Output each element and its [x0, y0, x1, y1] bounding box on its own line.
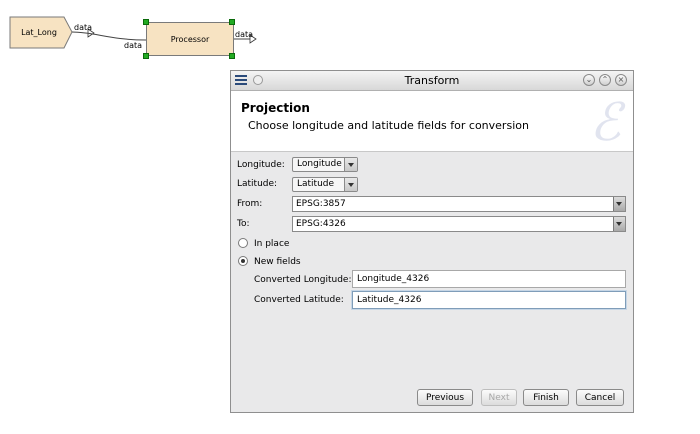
source-node-label: Lat_Long: [21, 28, 57, 37]
converted-longitude-input[interactable]: Longitude_4326: [352, 270, 626, 288]
converted-latitude-value: Latitude_4326: [357, 295, 422, 305]
longitude-select-value: Longitude: [297, 159, 342, 169]
cancel-button[interactable]: Cancel: [576, 389, 624, 406]
in-place-label[interactable]: In place: [254, 239, 289, 249]
converted-latitude-label: Converted Latitude:: [254, 295, 344, 305]
chevron-down-icon[interactable]: [344, 178, 357, 191]
close-icon[interactable]: ×: [615, 74, 627, 86]
window-menu-icon[interactable]: [235, 74, 247, 86]
finish-button[interactable]: Finish: [523, 389, 569, 406]
workflow-canvas[interactable]: Lat_Long data data Processor data: [0, 0, 700, 70]
dialog-banner: Projection Choose longitude and latitude…: [231, 91, 633, 152]
to-projection-value: EPSG:4326: [296, 219, 346, 229]
resize-handle[interactable]: [229, 19, 235, 25]
source-node[interactable]: Lat_Long: [10, 17, 68, 48]
next-button[interactable]: Next: [481, 389, 517, 406]
converted-longitude-value: Longitude_4326: [357, 274, 430, 284]
workflow-edges: [9, 16, 257, 49]
processor-out-port-label: data: [235, 30, 254, 39]
new-fields-radio[interactable]: [238, 256, 248, 266]
chevron-down-icon[interactable]: [613, 217, 625, 231]
chevron-down-icon[interactable]: [344, 158, 357, 171]
dialog-titlebar[interactable]: Transform ⌄ ⌃ ×: [231, 71, 633, 91]
from-projection-select[interactable]: EPSG:3857: [292, 196, 626, 212]
new-fields-label[interactable]: New fields: [254, 257, 301, 267]
latitude-select-value: Latitude: [297, 179, 335, 189]
processor-node[interactable]: Processor: [146, 22, 234, 56]
to-projection-select[interactable]: EPSG:4326: [292, 216, 626, 232]
resize-handle[interactable]: [229, 53, 235, 59]
minimize-icon[interactable]: ⌄: [583, 74, 595, 86]
banner-logo-icon: ℰ: [589, 93, 621, 152]
window-sticky-icon[interactable]: [253, 75, 263, 85]
from-label: From:: [237, 199, 263, 209]
resize-handle[interactable]: [143, 53, 149, 59]
source-port-label: data: [74, 23, 93, 32]
previous-button[interactable]: Previous: [417, 389, 473, 406]
processor-in-port-label: data: [124, 41, 143, 50]
to-label: To:: [237, 219, 250, 229]
chevron-down-icon[interactable]: [613, 197, 625, 211]
latitude-select[interactable]: Latitude: [292, 177, 358, 192]
in-place-radio[interactable]: [238, 238, 248, 248]
resize-handle[interactable]: [143, 19, 149, 25]
converted-longitude-label: Converted Longitude:: [254, 275, 352, 285]
processor-node-label: Processor: [170, 34, 210, 44]
banner-subtitle: Choose longitude and latitude fields for…: [248, 119, 529, 132]
maximize-icon[interactable]: ⌃: [599, 74, 611, 86]
from-projection-value: EPSG:3857: [296, 199, 346, 209]
transform-dialog: Transform ⌄ ⌃ × Projection Choose longit…: [230, 70, 634, 413]
latitude-label: Latitude:: [237, 179, 278, 189]
dialog-title: Transform: [404, 74, 460, 87]
converted-latitude-input[interactable]: Latitude_4326: [352, 291, 626, 309]
longitude-select[interactable]: Longitude: [292, 157, 358, 172]
longitude-label: Longitude:: [237, 160, 285, 170]
banner-title: Projection: [241, 101, 310, 115]
connection-edge[interactable]: [71, 31, 147, 41]
